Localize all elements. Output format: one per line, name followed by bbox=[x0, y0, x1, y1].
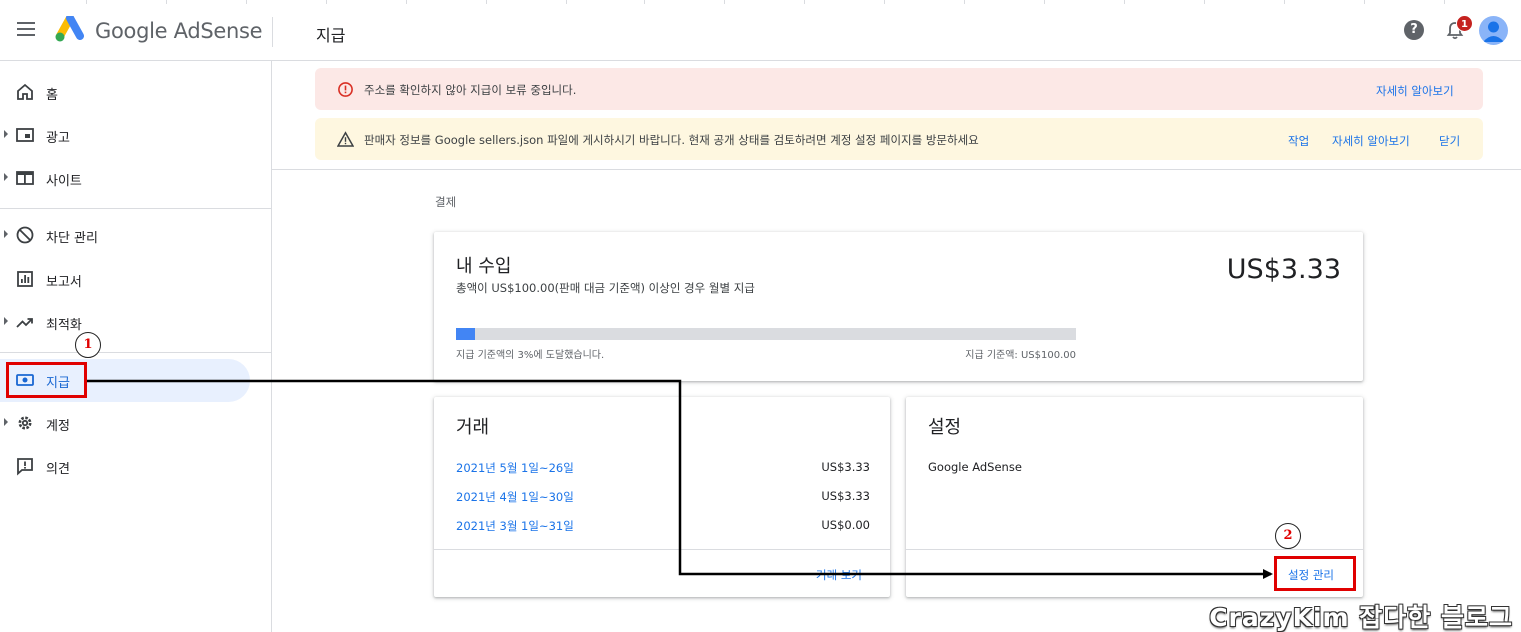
blog-watermark: CrazyKim 잡다한 블로그 bbox=[1209, 603, 1513, 632]
annotation-highlight-payments bbox=[6, 362, 87, 398]
annotation-step-2: 2 bbox=[1275, 523, 1301, 549]
annotation-step-1: 1 bbox=[75, 332, 101, 358]
annotation-highlight-manage-settings bbox=[1274, 556, 1356, 591]
